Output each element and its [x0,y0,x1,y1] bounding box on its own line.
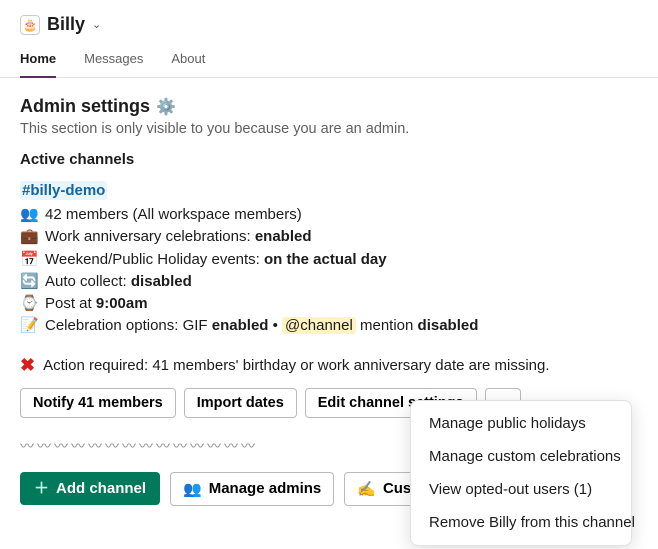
admins-icon: 👥 [183,480,202,498]
import-dates-button[interactable]: Import dates [184,388,297,418]
gear-icon: ⚙️ [156,97,176,117]
members-row: 👥 42 members (All workspace members) [20,205,638,225]
bot-avatar-icon: 🎂 [20,15,40,35]
autocollect-row: 🔄 Auto collect: disabled [20,272,638,292]
members-text: 42 members (All workspace members) [45,205,302,225]
tab-bar: Home Messages About [0,41,658,78]
anniversary-text: Work anniversary celebrations: enabled [45,227,312,247]
plus-icon: ＋ [34,481,49,496]
action-required-row: ✖ Action required: 41 members' birthday … [20,355,638,376]
briefcase-icon: 💼 [20,227,38,247]
write-icon: ✍️ [357,480,376,498]
add-channel-label: Add channel [56,480,146,497]
anniversary-row: 💼 Work anniversary celebrations: enabled [20,227,638,247]
pencil-icon: 📝 [20,316,38,336]
active-channels-heading: Active channels [20,151,638,168]
manage-admins-button[interactable]: 👥 Manage admins [170,472,334,506]
watch-icon: ⌚ [20,294,38,314]
channel-settings-list: 👥 42 members (All workspace members) 💼 W… [20,205,638,337]
notify-members-button[interactable]: Notify 41 members [20,388,176,418]
tab-home[interactable]: Home [20,51,56,78]
calendar-icon: 📅 [20,250,38,270]
postat-row: ⌚ Post at 9:00am [20,294,638,314]
menu-view-opted-out-users[interactable]: View opted-out users (1) [411,473,631,506]
page-title: Admin settings ⚙️ [20,96,638,117]
app-header: 🎂 Billy ⌄ [0,0,658,41]
menu-remove-billy[interactable]: Remove Billy from this channel [411,506,631,539]
add-channel-button[interactable]: ＋ Add channel [20,472,160,505]
chevron-down-icon[interactable]: ⌄ [92,18,101,31]
celebration-row: 📝 Celebration options: GIF enabled • @ch… [20,316,638,336]
tab-messages[interactable]: Messages [84,51,143,77]
bot-name[interactable]: Billy [47,14,85,35]
channel-link[interactable]: #billy-demo [20,181,107,200]
menu-manage-custom-celebrations[interactable]: Manage custom celebrations [411,440,631,473]
error-x-icon: ✖ [20,355,35,376]
celebration-text: Celebration options: GIF enabled • @chan… [45,316,478,336]
refresh-icon: 🔄 [20,272,38,292]
weekend-text: Weekend/Public Holiday events: on the ac… [45,250,387,270]
members-icon: 👥 [20,205,38,225]
channel-mention-pill: @channel [282,317,356,334]
autocollect-text: Auto collect: disabled [45,272,192,292]
action-required-text: Action required: 41 members' birthday or… [43,357,549,374]
page-subtitle: This section is only visible to you beca… [20,121,638,137]
more-actions-menu: Manage public holidays Manage custom cel… [410,400,632,546]
page-title-text: Admin settings [20,96,150,117]
weekend-row: 📅 Weekend/Public Holiday events: on the … [20,250,638,270]
tab-about[interactable]: About [171,51,205,77]
menu-manage-public-holidays[interactable]: Manage public holidays [411,407,631,440]
manage-admins-label: Manage admins [209,480,322,497]
postat-text: Post at 9:00am [45,294,148,314]
